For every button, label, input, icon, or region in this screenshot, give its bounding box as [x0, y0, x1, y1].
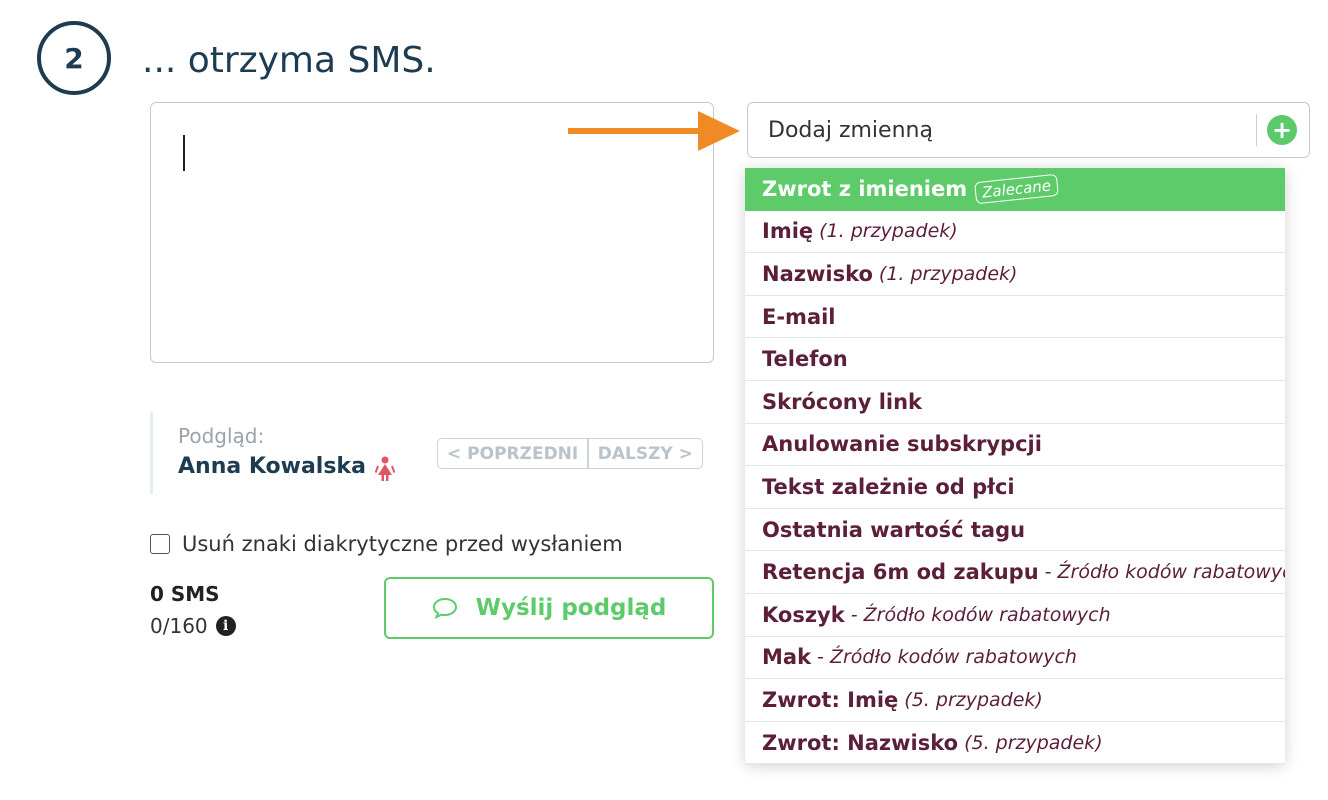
add-variable-select[interactable]: Dodaj zmienną + [747, 102, 1310, 158]
sms-count: 0 SMS [150, 582, 220, 606]
text-caret [183, 135, 185, 171]
char-counter: 0/160 i [150, 614, 236, 638]
add-variable-label: Dodaj zmienną [768, 117, 933, 143]
dropdown-item-imie[interactable]: Imię (1. przypadek) [745, 211, 1285, 254]
preview-pager: < POPRZEDNI DALSZY > [437, 438, 703, 469]
dropdown-item-mak[interactable]: Mak - Źródło kodów rabatowych [745, 637, 1285, 680]
char-count-value: 0/160 [150, 614, 208, 638]
dropdown-item-zwrot-nazwisko[interactable]: Zwrot: Nazwisko (5. przypadek) [745, 722, 1285, 764]
preview-section: Podgląd: Anna Kowalska [150, 412, 403, 494]
variable-dropdown: Zwrot z imieniem Zalecane Imię (1. przyp… [745, 168, 1285, 764]
female-icon [375, 456, 395, 481]
previous-button[interactable]: < POPRZEDNI [438, 439, 587, 468]
dropdown-item-skrocony-link[interactable]: Skrócony link [745, 381, 1285, 424]
info-icon[interactable]: i [215, 616, 236, 636]
sms-step-panel: 2 ... otrzyma SMS. Dodaj zmienną + Zwrot… [0, 0, 1328, 800]
dropdown-item-nazwisko[interactable]: Nazwisko (1. przypadek) [745, 253, 1285, 296]
dropdown-item-zwrot-z-imieniem[interactable]: Zwrot z imieniem Zalecane [745, 168, 1285, 211]
dropdown-item-ostatnia-wartosc-tagu[interactable]: Ostatnia wartość tagu [745, 509, 1285, 552]
step-title: ... otrzyma SMS. [142, 40, 436, 81]
dropdown-item-telefon[interactable]: Telefon [745, 338, 1285, 381]
remove-diacritics-checkbox[interactable] [150, 534, 170, 554]
plus-circle-icon[interactable]: + [1267, 115, 1297, 145]
dropdown-item-retencja[interactable]: Retencja 6m od zakupu - Źródło kodów rab… [745, 551, 1285, 594]
recommended-badge: Zalecane [974, 174, 1060, 205]
send-preview-button[interactable]: Wyślij podgląd [384, 577, 714, 639]
remove-diacritics-label: Usuń znaki diakrytyczne przed wysłaniem [182, 532, 623, 556]
remove-diacritics-option[interactable]: Usuń znaki diakrytyczne przed wysłaniem [150, 532, 623, 556]
preview-recipient-name: Anna Kowalska [178, 454, 366, 479]
select-divider [1256, 114, 1257, 146]
dropdown-item-tekst-plec[interactable]: Tekst zależnie od płci [745, 466, 1285, 509]
dropdown-item-email[interactable]: E-mail [745, 296, 1285, 339]
chat-bubble-icon [432, 597, 457, 619]
send-preview-label: Wyślij podgląd [475, 595, 667, 621]
dropdown-item-zwrot-imie[interactable]: Zwrot: Imię (5. przypadek) [745, 679, 1285, 722]
dropdown-item-koszyk[interactable]: Koszyk - Źródło kodów rabatowych [745, 594, 1285, 637]
preview-label: Podgląd: [178, 424, 265, 448]
dropdown-item-anulowanie-subskrypcji[interactable]: Anulowanie subskrypcji [745, 424, 1285, 467]
orange-arrow-icon [568, 111, 740, 151]
next-button[interactable]: DALSZY > [589, 439, 702, 468]
step-number: 2 [37, 21, 111, 95]
